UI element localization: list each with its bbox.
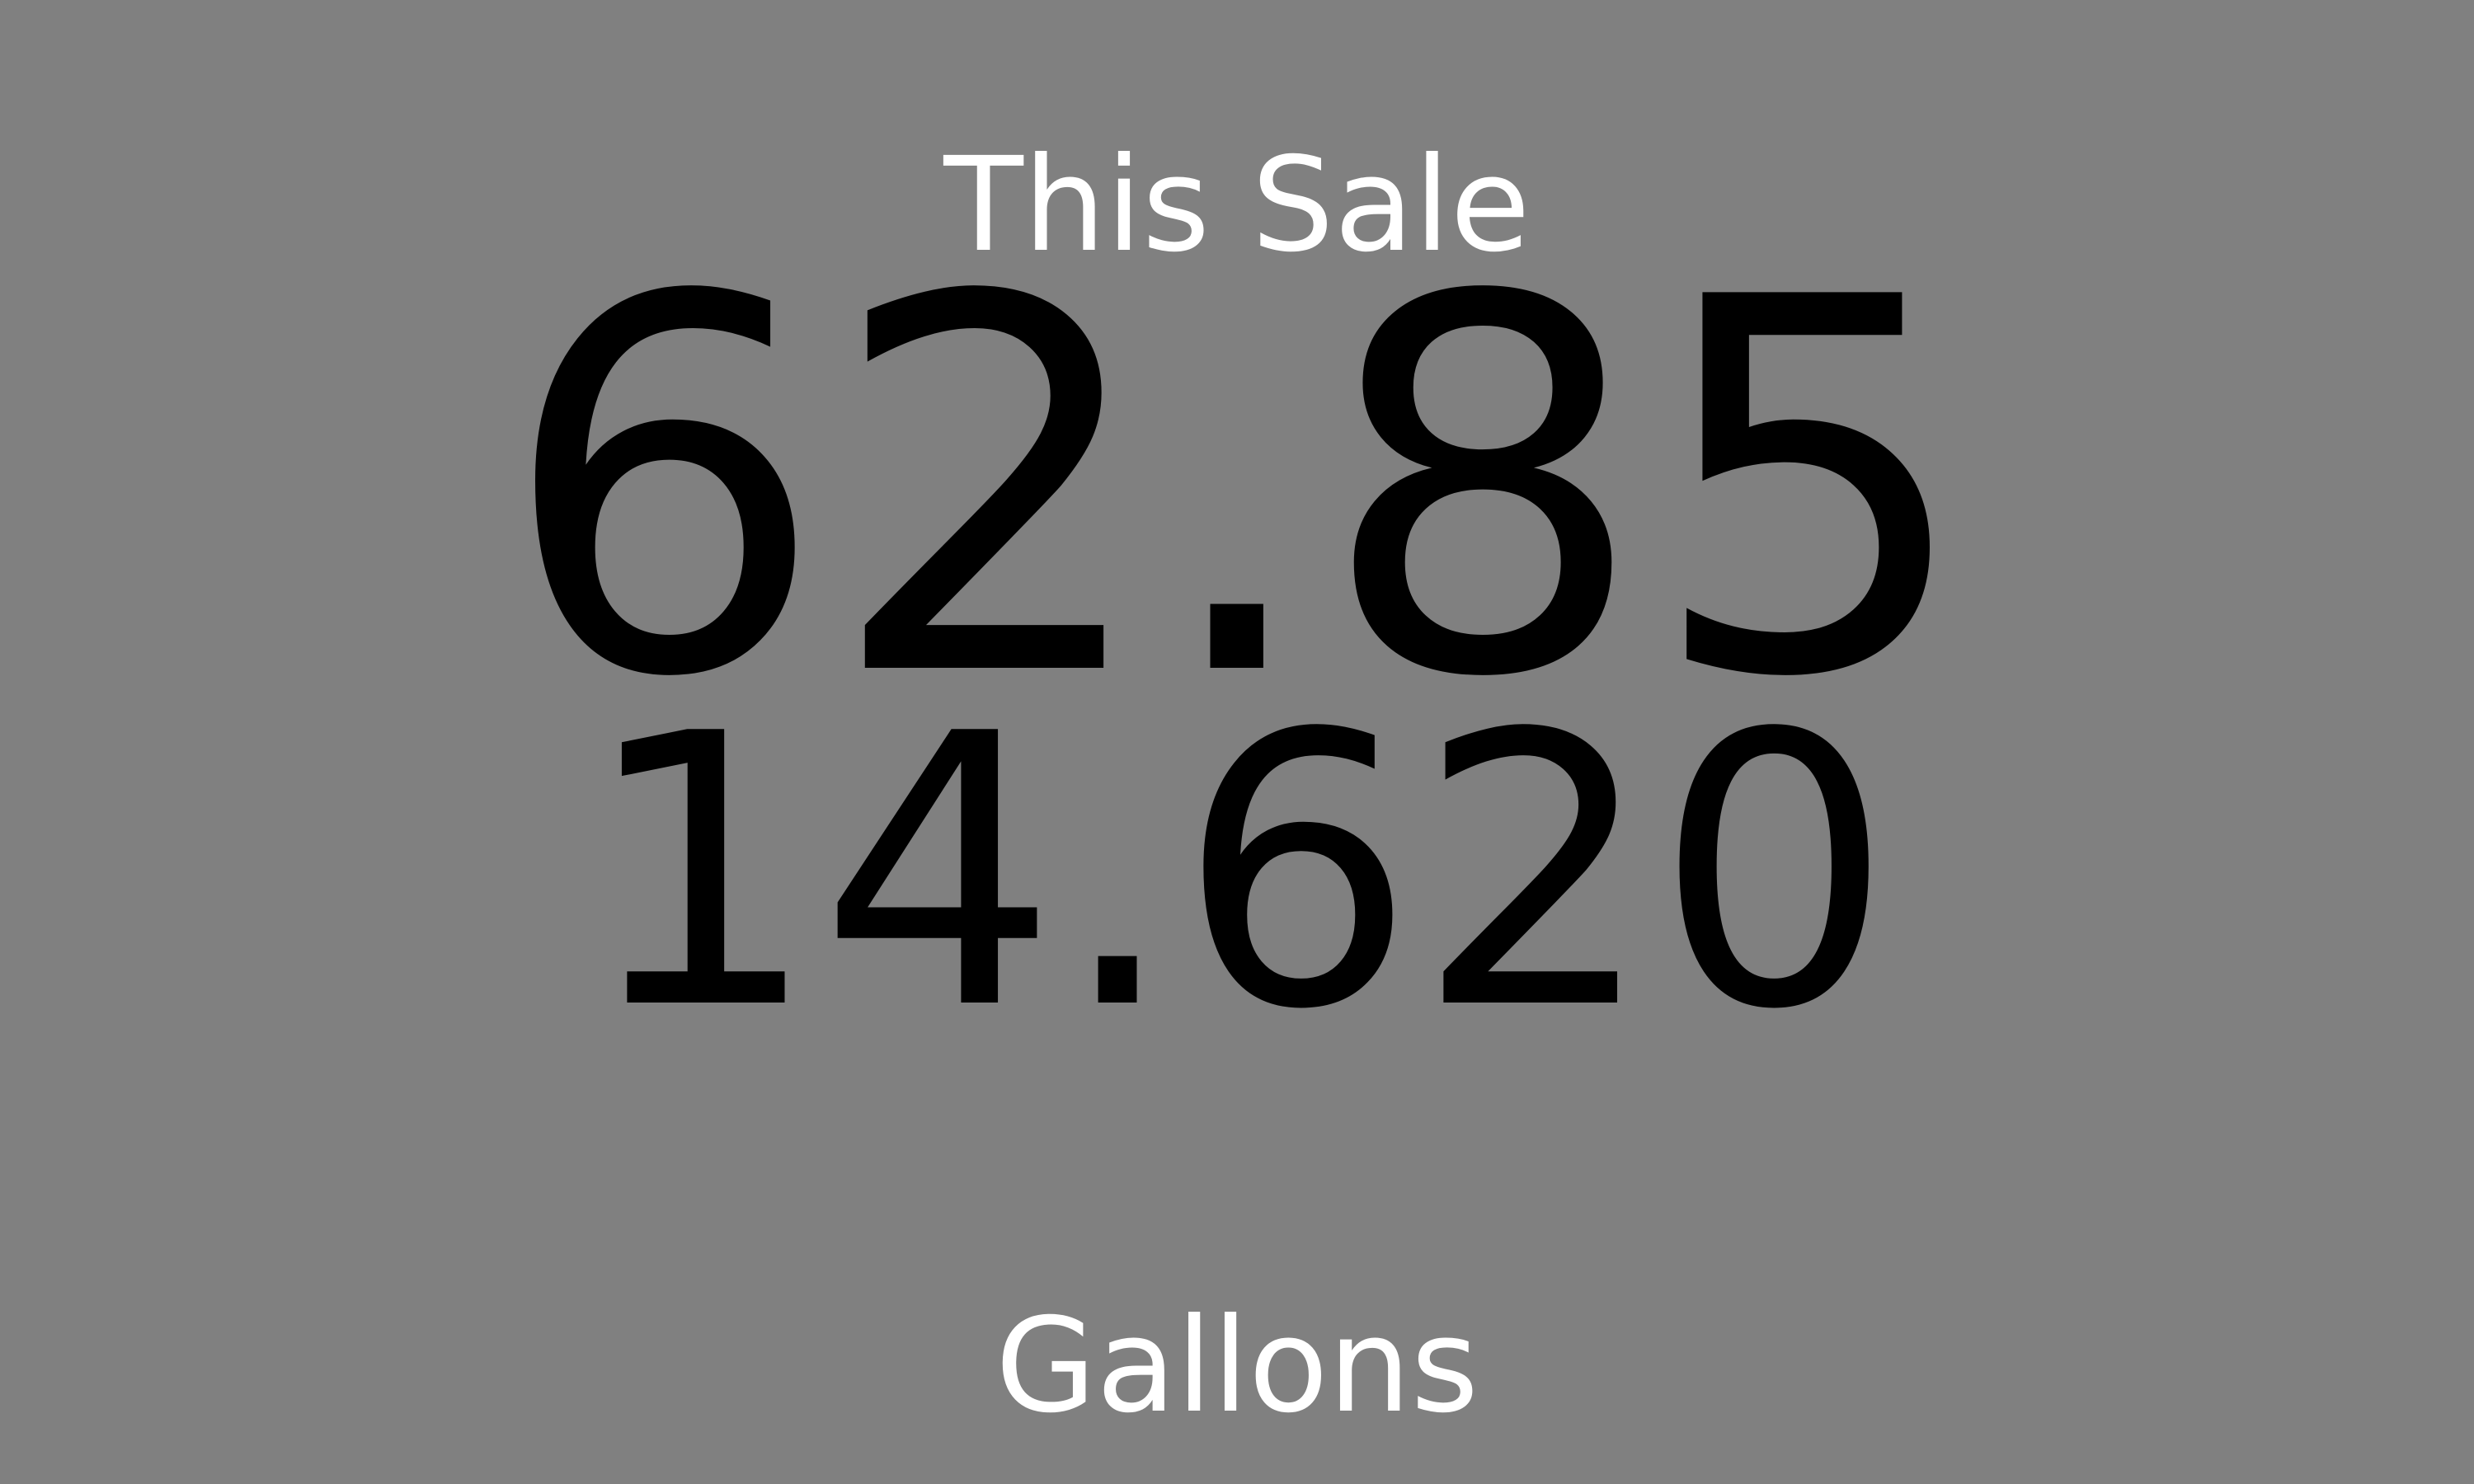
gallons-units-label: Gallons — [995, 1290, 1479, 1442]
gallons-readout: 14.620 — [580, 655, 1894, 1092]
sale-amount-readout: 62.85 — [499, 190, 1975, 790]
